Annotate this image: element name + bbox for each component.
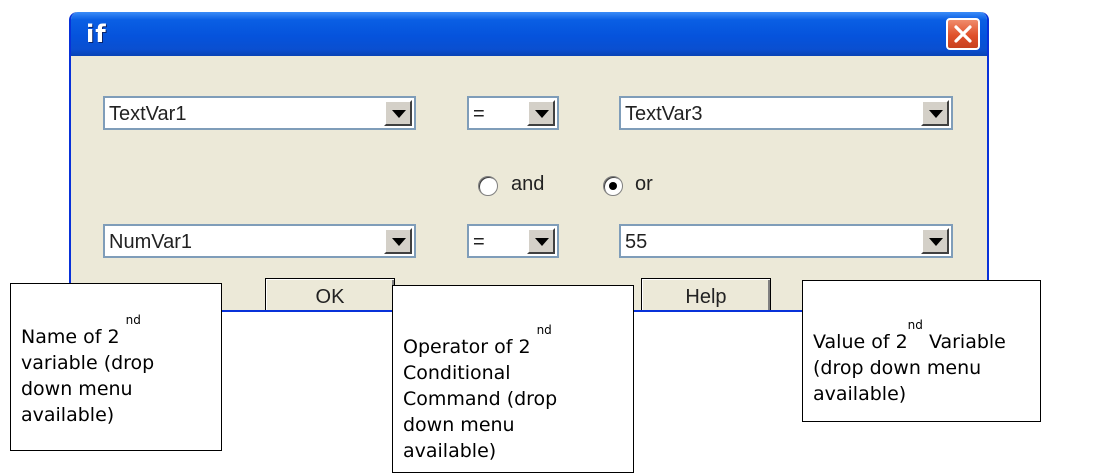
variable-2-select[interactable]: NumVar1 — [103, 224, 416, 258]
annotation-line: Operator of 2 nd — [403, 323, 552, 358]
chevron-down-icon[interactable] — [384, 100, 412, 126]
chevron-down-icon[interactable] — [527, 228, 555, 254]
dialog-title: if — [86, 20, 107, 48]
annotation-line: down menu — [403, 414, 515, 436]
annotation-line: Conditional — [403, 362, 511, 384]
value-1-value: TextVar3 — [625, 103, 703, 125]
or-label: or — [635, 173, 653, 195]
value-2-value: 55 — [625, 231, 648, 253]
if-dialog: if TextVar1 = TextVar3 and or NumVar1 = … — [69, 12, 989, 312]
operator-2-value: = — [473, 231, 485, 253]
chevron-down-icon[interactable] — [384, 228, 412, 254]
or-radio[interactable] — [603, 176, 623, 196]
annotation-line: down menu — [21, 378, 133, 400]
annotation-line: (drop down menu — [813, 357, 982, 379]
variable-1-select[interactable]: TextVar1 — [103, 96, 416, 130]
help-button[interactable]: Help — [641, 278, 771, 310]
annotation-variable-name: Name of 2 nd variable (drop down menu av… — [10, 283, 222, 451]
ok-button[interactable]: OK — [265, 278, 395, 310]
value-1-select[interactable]: TextVar3 — [619, 96, 953, 130]
operator-1-select[interactable]: = — [467, 96, 559, 130]
annotation-line: variable (drop — [21, 352, 155, 374]
and-label: and — [511, 173, 545, 195]
annotation-line: Value of 2nd Variable — [813, 318, 1006, 353]
and-radio[interactable] — [478, 176, 498, 196]
chevron-down-icon[interactable] — [921, 228, 949, 254]
annotation-line: Name of 2 nd — [21, 313, 141, 348]
variable-2-value: NumVar1 — [109, 231, 192, 253]
annotation-line: available) — [813, 383, 907, 405]
close-button[interactable] — [946, 18, 980, 50]
value-2-select[interactable]: 55 — [619, 224, 953, 258]
annotation-operator: Operator of 2 nd Conditional Command (dr… — [392, 285, 634, 473]
annotation-line: available) — [21, 404, 115, 426]
chevron-down-icon[interactable] — [921, 100, 949, 126]
chevron-down-icon[interactable] — [527, 100, 555, 126]
operator-2-select[interactable]: = — [467, 224, 559, 258]
title-bar[interactable]: if — [71, 12, 987, 56]
annotation-line: Command (drop — [403, 388, 558, 410]
annotation-line: available) — [403, 440, 497, 462]
operator-1-value: = — [473, 103, 485, 125]
annotation-value: Value of 2nd Variable (drop down menu av… — [802, 280, 1041, 422]
variable-1-value: TextVar1 — [109, 103, 187, 125]
close-x-icon — [954, 25, 972, 43]
